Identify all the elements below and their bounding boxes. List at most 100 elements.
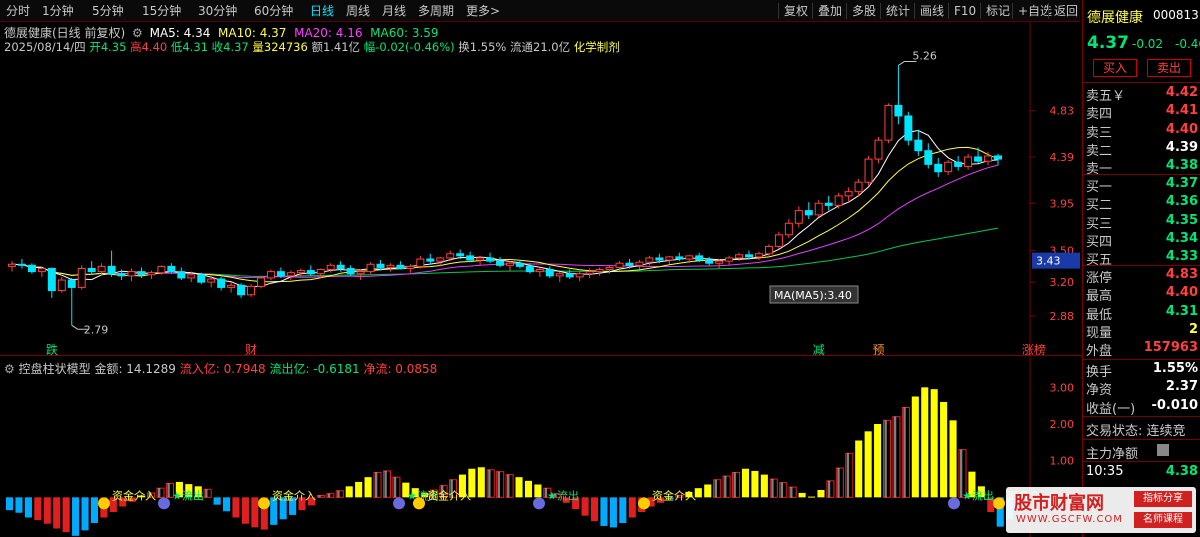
- stat-row[interactable]: 外盘 157963: [1083, 339, 1200, 359]
- candle-body: [456, 253, 465, 257]
- period-toolbar: 分时 1分钟 5分钟 15分钟 30分钟 60分钟 日线 周线 月线 多周期 更…: [0, 0, 1080, 22]
- ask-row[interactable]: 卖二 4.39: [1083, 139, 1200, 159]
- flow-bar: [590, 497, 599, 522]
- ask-value: 4.38: [1165, 158, 1198, 174]
- stat2-value: -0.010: [1151, 397, 1198, 413]
- ma60-value: MA60: 3.59: [370, 26, 439, 40]
- flow-bar: [213, 497, 221, 505]
- candle-body: [884, 104, 893, 141]
- signal-label: 资金介入: [112, 488, 156, 502]
- flow-bar: [609, 497, 617, 528]
- amount-value: 额1.41亿: [311, 40, 361, 54]
- flow-bar-stripe: [780, 482, 784, 498]
- tab-monthly[interactable]: 月线: [382, 3, 406, 19]
- stat2-row[interactable]: 收益(一) -0.010: [1083, 397, 1200, 417]
- sell-button[interactable]: 卖出: [1147, 59, 1191, 77]
- candle-body: [316, 269, 325, 275]
- flow-bar: [628, 497, 636, 518]
- candle-body: [466, 255, 475, 261]
- candle-body: [266, 271, 275, 279]
- flow-bar: [798, 492, 806, 498]
- candle-body: [894, 104, 903, 117]
- flow-bar: [251, 497, 259, 528]
- flow-bar-stripe: [337, 490, 340, 498]
- tab-15min[interactable]: 15分钟: [142, 3, 181, 19]
- ask-row[interactable]: 卖三 4.40: [1083, 121, 1200, 141]
- tab-1min[interactable]: 1分钟: [42, 3, 74, 19]
- stat2-row[interactable]: 净资 2.37: [1083, 378, 1200, 398]
- flow-bar: [53, 497, 61, 529]
- tab-30min[interactable]: 30分钟: [198, 3, 237, 19]
- bid-row[interactable]: 买二 4.36: [1083, 193, 1200, 213]
- mark-button[interactable]: 标记: [980, 3, 1010, 19]
- main-net-row[interactable]: 主力净额: [1083, 442, 1200, 462]
- tab-multi-period[interactable]: 多周期: [418, 3, 454, 19]
- stats-button[interactable]: 统计: [880, 3, 910, 19]
- candle-body: [17, 263, 26, 266]
- f10-button[interactable]: F10: [948, 3, 976, 19]
- bid-row[interactable]: 买四 4.34: [1083, 230, 1200, 250]
- candle-body: [406, 265, 415, 269]
- y-tick-label: 2.88: [1050, 310, 1075, 323]
- candle-body: [127, 271, 136, 277]
- divider: [1083, 461, 1200, 462]
- stat-label: 现量: [1086, 325, 1113, 341]
- bid-row[interactable]: 买一 4.37: [1083, 175, 1200, 195]
- ask-row[interactable]: 卖五￥ 4.42: [1083, 84, 1200, 104]
- signal-label: ★流出: [962, 488, 994, 502]
- stat-row[interactable]: 最低 4.31: [1083, 303, 1200, 323]
- flow-bar-stripe: [837, 468, 840, 498]
- candle-body: [944, 161, 953, 173]
- tab-fenshi[interactable]: 分时: [6, 3, 30, 19]
- tab-weekly[interactable]: 周线: [346, 3, 370, 19]
- back-button[interactable]: 返回: [1048, 3, 1078, 19]
- tab-daily[interactable]: 日线: [310, 3, 334, 19]
- price-change: -0.02: [1132, 37, 1164, 51]
- candle-body: [575, 273, 584, 278]
- candle-body: [237, 284, 246, 296]
- ask-row[interactable]: 卖四 4.41: [1083, 102, 1200, 122]
- close-value: 收4.37: [211, 40, 249, 54]
- settings-gear-icon[interactable]: ⚙: [132, 26, 143, 40]
- fuquan-button[interactable]: 复权: [778, 3, 808, 19]
- candle-body: [814, 202, 823, 216]
- candle-body: [346, 267, 355, 275]
- tab-60min[interactable]: 60分钟: [254, 3, 293, 19]
- stat2-row[interactable]: 换手 1.55%: [1083, 360, 1200, 380]
- open-value: 开4.35: [89, 40, 127, 54]
- candle-body: [426, 258, 435, 262]
- volume-value: 量324736: [252, 40, 308, 54]
- ask-row[interactable]: 卖一 4.38: [1083, 157, 1200, 177]
- flow-bar-stripe: [893, 416, 897, 498]
- sad-face-icon: [158, 497, 170, 510]
- candle-body: [117, 273, 126, 277]
- chart-canvas[interactable]: 4.834.393.953.503.202.885.262.793.43MA(M…: [0, 0, 1082, 537]
- bid-row[interactable]: 买五 4.33: [1083, 248, 1200, 268]
- flow-bar-stripe: [497, 471, 500, 498]
- sad-face-icon: [948, 497, 960, 510]
- candle-body: [984, 155, 993, 162]
- add-watchlist-button[interactable]: +自选: [1012, 3, 1052, 19]
- stat-row[interactable]: 最高 4.40: [1083, 284, 1200, 304]
- bid-value: 4.33: [1165, 249, 1198, 265]
- candle-body: [725, 257, 734, 262]
- bid-row[interactable]: 买三 4.35: [1083, 212, 1200, 232]
- indicator-settings-icon[interactable]: ⚙: [4, 362, 15, 376]
- candle-body: [476, 257, 485, 261]
- tab-more[interactable]: 更多>: [466, 3, 500, 19]
- indicator-title-line: ⚙ 控盘柱状模型 金额: 14.1289 流入亿: 0.7948 流出亿: -0…: [4, 360, 437, 377]
- last-price: 4.37: [1087, 33, 1129, 53]
- draw-line-button[interactable]: 画线: [914, 3, 944, 19]
- tab-5min[interactable]: 5分钟: [92, 3, 124, 19]
- multi-stock-button[interactable]: 多股: [846, 3, 876, 19]
- flow-bar: [355, 481, 363, 498]
- buy-button[interactable]: 买入: [1093, 59, 1137, 77]
- stat-row[interactable]: 现量 2: [1083, 321, 1200, 341]
- stat2-value: 1.55%: [1152, 361, 1198, 376]
- candle-body: [675, 256, 684, 260]
- flow-bar-stripe: [724, 476, 727, 498]
- overlay-button[interactable]: 叠加: [812, 3, 842, 19]
- stat-row[interactable]: 涨停 4.83: [1083, 266, 1200, 286]
- candle-body: [595, 269, 604, 273]
- ask-value: 4.40: [1165, 121, 1198, 137]
